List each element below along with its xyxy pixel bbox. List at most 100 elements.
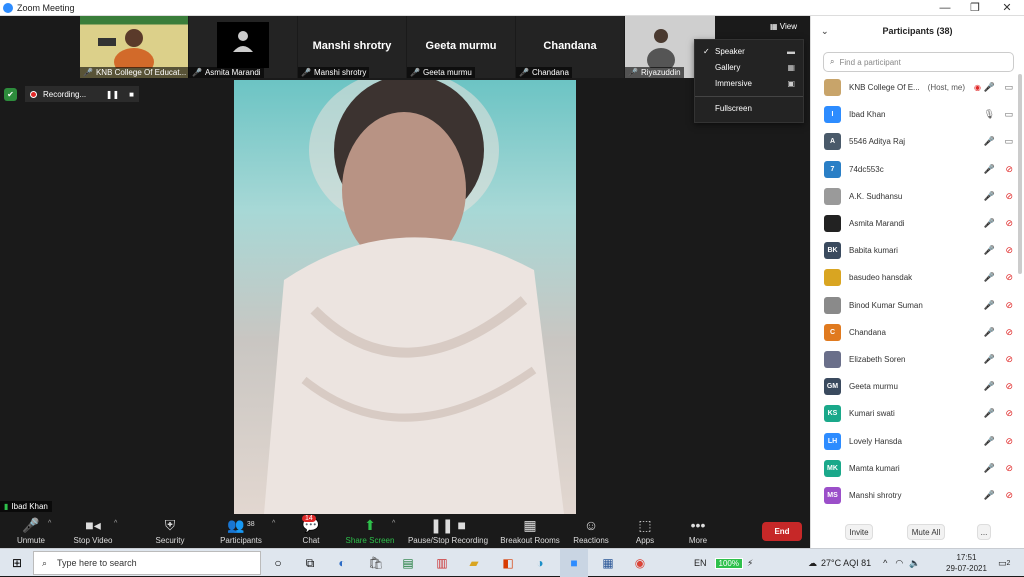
excel-icon[interactable]: ▤ — [398, 549, 418, 577]
pause-stop-recording-button[interactable]: ❚❚ ■ Pause/Stop Recording — [406, 514, 490, 545]
file-explorer-icon[interactable]: ▰ — [464, 549, 484, 577]
mic-muted-icon[interactable]: 🎤 — [984, 354, 995, 365]
word-icon[interactable]: ▦ — [598, 549, 618, 577]
participant-row[interactable]: GM Geeta murmu 🎤 ⊘ — [811, 373, 1017, 400]
video-camera-icon[interactable]: ▭ — [1004, 109, 1013, 120]
chevron-up-icon[interactable]: ^ — [272, 520, 275, 527]
chat-button[interactable]: 💬 14 Chat — [292, 514, 330, 545]
share-screen-button[interactable]: ⬆ Share Screen — [344, 514, 396, 545]
breakout-rooms-button[interactable]: ▦ Breakout Rooms — [498, 514, 562, 545]
participant-row[interactable]: Elizabeth Soren 🎤 ⊘ — [811, 346, 1017, 373]
participant-row[interactable]: A.K. Sudhansu 🎤 ⊘ — [811, 183, 1017, 210]
minimize-button[interactable]: — — [930, 0, 960, 16]
thumbnail-tile[interactable]: Manshi shrotry 🎤 Manshi shrotry — [298, 16, 406, 78]
video-off-icon[interactable]: ⊘ — [1005, 408, 1013, 419]
mic-muted-icon[interactable]: 🎤 — [984, 245, 995, 256]
chrome-icon[interactable]: ◉ — [630, 549, 650, 577]
weather-text[interactable]: 27°C AQI 81 — [821, 558, 871, 568]
mic-muted-icon[interactable]: 🎤 — [984, 191, 995, 202]
mic-muted-icon[interactable]: 🎤 — [984, 463, 995, 474]
language-indicator[interactable]: EN — [694, 558, 707, 568]
video-off-icon[interactable]: ⊘ — [1005, 164, 1013, 175]
pdf-icon[interactable]: ▥ — [432, 549, 452, 577]
more-button[interactable]: ••• More — [682, 514, 714, 545]
video-off-icon[interactable]: ⊘ — [1005, 191, 1013, 202]
taskbar-search-input[interactable]: ⌕ Type here to search — [33, 551, 261, 575]
mic-muted-icon[interactable]: 🎤 — [984, 327, 995, 338]
participant-row[interactable]: BK Babita kumari 🎤 ⊘ — [811, 237, 1017, 264]
shield-icon[interactable]: ✔ — [4, 87, 17, 101]
participants-button[interactable]: 👥 38 Participants — [216, 514, 266, 545]
participant-row[interactable]: KS Kumari swati 🎤 ⊘ — [811, 400, 1017, 427]
mic-muted-icon[interactable]: 🎤 — [984, 436, 995, 447]
video-off-icon[interactable]: ⊘ — [1005, 272, 1013, 283]
thumbnail-tile[interactable]: 🎤 Asmita Marandi — [189, 16, 297, 78]
participant-row[interactable]: A 5546 Aditya Raj 🎤 ▭ — [811, 128, 1017, 155]
reactions-button[interactable]: ☺ Reactions — [570, 514, 612, 545]
chevron-up-icon[interactable]: ^ — [48, 520, 51, 527]
view-button[interactable]: ▦ View — [770, 22, 797, 31]
mic-muted-icon[interactable]: 🎤 — [984, 408, 995, 419]
participant-row[interactable]: MK Mamta kumari 🎤 ⊘ — [811, 455, 1017, 482]
participant-search-input[interactable]: ⌕ Find a participant — [823, 52, 1014, 72]
security-button[interactable]: ⛨ Security — [150, 514, 190, 545]
chevron-up-icon[interactable]: ^ — [883, 558, 887, 568]
end-meeting-button[interactable]: End — [762, 522, 802, 541]
mic-muted-icon[interactable]: 🎤 — [984, 164, 995, 175]
mic-muted-icon[interactable]: 🎤 — [984, 300, 995, 311]
mic-muted-icon[interactable]: 🎤 — [984, 272, 995, 283]
thumbnail-tile[interactable]: Geeta murmu 🎤 Geeta murmu — [407, 16, 515, 78]
office-icon[interactable]: ◧ — [498, 549, 518, 577]
invite-button[interactable]: Invite — [845, 524, 873, 540]
view-menu-fullscreen[interactable]: Fullscreen — [695, 101, 803, 117]
task-view-icon[interactable]: ⧉ — [300, 549, 320, 577]
notification-icon[interactable]: ▭ 2 — [998, 549, 1010, 577]
video-camera-icon[interactable]: ▭ — [1004, 136, 1013, 147]
participant-row[interactable]: Asmita Marandi 🎤 ⊘ — [811, 210, 1017, 237]
participant-row[interactable]: I Ibad Khan 🎙 ▭ — [811, 101, 1017, 128]
video-off-icon[interactable]: ⊘ — [1005, 245, 1013, 256]
mic-muted-icon[interactable]: 🎤 — [984, 218, 995, 229]
cortana-icon[interactable]: ○ — [268, 549, 288, 577]
stop-video-button[interactable]: ■◂ Stop Video — [68, 514, 118, 545]
scrollbar[interactable] — [1018, 74, 1022, 274]
participant-row[interactable]: MS Manshi shrotry 🎤 ⊘ — [811, 482, 1017, 509]
video-off-icon[interactable]: ⊘ — [1005, 463, 1013, 474]
more-options-button[interactable]: ... — [977, 524, 991, 540]
mic-muted-icon[interactable]: 🎤 — [984, 136, 995, 147]
mic-muted-icon[interactable]: 🎤 — [984, 381, 995, 392]
mic-icon[interactable]: 🎙 — [984, 109, 995, 120]
video-camera-icon[interactable]: ▭ — [1004, 82, 1013, 93]
participant-row[interactable]: 7 74dc553c 🎤 ⊘ — [811, 156, 1017, 183]
chevron-up-icon[interactable]: ^ — [392, 520, 395, 527]
participant-row[interactable]: LH Lovely Hansda 🎤 ⊘ — [811, 427, 1017, 454]
participant-row[interactable]: Binod Kumar Suman 🎤 ⊘ — [811, 292, 1017, 319]
view-menu-speaker[interactable]: ✓ Speaker ▬ — [695, 44, 803, 60]
video-off-icon[interactable]: ⊘ — [1005, 300, 1013, 311]
pause-icon[interactable]: ❚❚ — [106, 90, 119, 99]
volume-icon[interactable]: 🔈 — [909, 558, 920, 569]
chevron-up-icon[interactable]: ^ — [114, 520, 117, 527]
app-icon[interactable]: ◐ — [332, 549, 352, 577]
participant-row[interactable]: C Chandana 🎤 ⊘ — [811, 319, 1017, 346]
participant-row[interactable]: KNB College Of E... (Host, me) ◉ 🎤 ▭ — [811, 74, 1017, 101]
video-off-icon[interactable]: ⊘ — [1005, 218, 1013, 229]
stop-icon[interactable]: ■ — [129, 90, 134, 99]
mic-muted-icon[interactable]: 🎤 — [984, 490, 995, 501]
battery-indicator[interactable]: 100% — [714, 557, 743, 569]
video-off-icon[interactable]: ⊘ — [1005, 327, 1013, 338]
wifi-icon[interactable]: ◠ — [895, 558, 903, 569]
edge-icon[interactable]: ◑ — [530, 549, 550, 577]
view-menu-gallery[interactable]: Gallery ▦ — [695, 60, 803, 76]
view-menu-immersive[interactable]: Immersive ▣ — [695, 76, 803, 92]
store-icon[interactable]: 🛍 — [366, 549, 386, 577]
video-off-icon[interactable]: ⊘ — [1005, 490, 1013, 501]
mic-muted-icon[interactable]: 🎤 — [984, 82, 995, 93]
unmute-button[interactable]: 🎤 Unmute — [12, 514, 50, 545]
apps-button[interactable]: ⬚ Apps — [630, 514, 660, 545]
video-off-icon[interactable]: ⊘ — [1005, 381, 1013, 392]
video-off-icon[interactable]: ⊘ — [1005, 436, 1013, 447]
close-window-button[interactable]: ✕ — [992, 0, 1022, 16]
thumbnail-tile[interactable]: Chandana 🎤 Chandana — [516, 16, 624, 78]
participant-row[interactable]: basudeo hansdak 🎤 ⊘ — [811, 264, 1017, 291]
